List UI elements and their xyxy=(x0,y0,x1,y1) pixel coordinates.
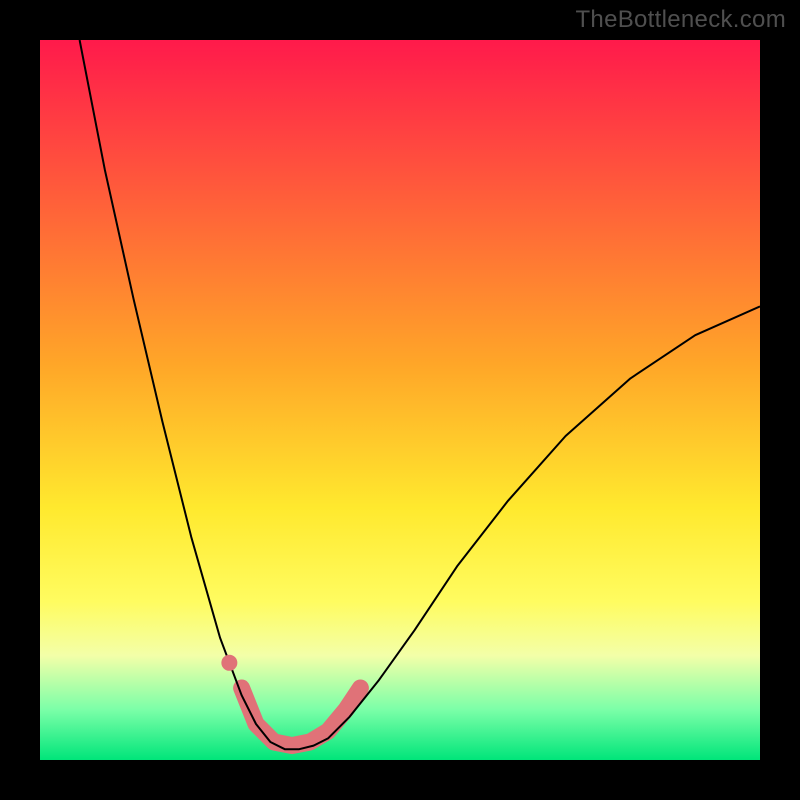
highlight-dot xyxy=(221,655,237,671)
plot-area xyxy=(40,40,760,760)
bottleneck-chart xyxy=(40,40,760,760)
watermark-text: TheBottleneck.com xyxy=(575,6,786,34)
chart-frame: TheBottleneck.com xyxy=(0,0,800,800)
marker-layer xyxy=(221,655,237,671)
